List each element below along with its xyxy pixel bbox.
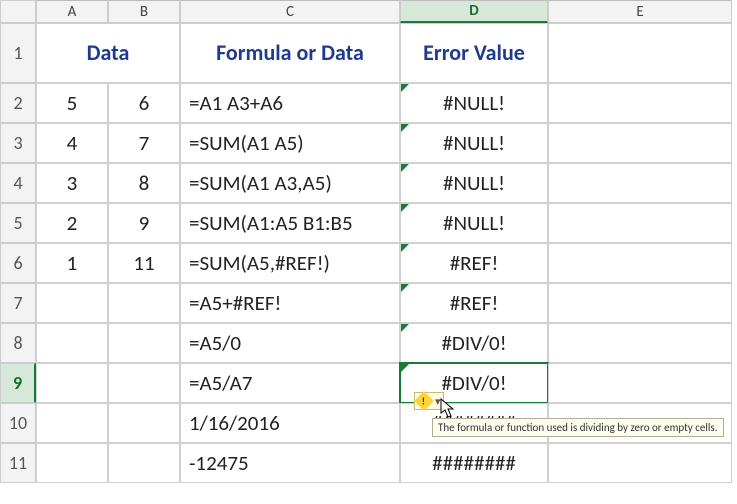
cell-a9[interactable]: [36, 363, 108, 403]
cell-a3[interactable]: 4: [36, 123, 108, 163]
select-all-corner[interactable]: [0, 0, 36, 23]
col-header-d[interactable]: D: [400, 0, 548, 23]
cell-e2[interactable]: [548, 83, 732, 123]
cell-c2[interactable]: =A1 A3+A6: [180, 83, 400, 123]
cell-d11[interactable]: ########: [400, 443, 548, 483]
error-indicator-icon: [401, 124, 409, 132]
cell-c4[interactable]: =SUM(A1 A3,A5): [180, 163, 400, 203]
cell-b5[interactable]: 9: [108, 203, 180, 243]
error-indicator-icon: [401, 364, 409, 372]
cell-b10[interactable]: [108, 403, 180, 443]
cell-c8[interactable]: =A5/0: [180, 323, 400, 363]
col-header-b[interactable]: B: [108, 0, 180, 23]
cell-b4[interactable]: 8: [108, 163, 180, 203]
cell-b9[interactable]: [108, 363, 180, 403]
cell-d7[interactable]: #REF!: [400, 283, 548, 323]
spreadsheet-grid: A B C D E 1 Data Formula or Data Error V…: [0, 0, 737, 483]
cell-d9-value: #DIV/0!: [441, 370, 506, 396]
row-header-10[interactable]: 10: [0, 403, 36, 443]
cell-d8[interactable]: #DIV/0!: [400, 323, 548, 363]
row-header-11[interactable]: 11: [0, 443, 36, 483]
col-header-a[interactable]: A: [36, 0, 108, 23]
header-data[interactable]: Data: [36, 23, 180, 83]
cell-d5-value: #NULL!: [443, 210, 505, 236]
cell-e3[interactable]: [548, 123, 732, 163]
cell-c6[interactable]: =SUM(A5,#REF!): [180, 243, 400, 283]
cell-e5[interactable]: [548, 203, 732, 243]
cell-b7[interactable]: [108, 283, 180, 323]
cell-c7[interactable]: =A5+#REF!: [180, 283, 400, 323]
error-indicator-icon: [401, 84, 409, 92]
cell-a7[interactable]: [36, 283, 108, 323]
cell-d2-value: #NULL!: [443, 90, 505, 116]
cell-a10[interactable]: [36, 403, 108, 443]
chevron-down-icon: ▾: [435, 395, 441, 408]
row-header-3[interactable]: 3: [0, 123, 36, 163]
cell-e8[interactable]: [548, 323, 732, 363]
col-header-c[interactable]: C: [180, 0, 400, 23]
row-header-8[interactable]: 8: [0, 323, 36, 363]
cell-d4[interactable]: #NULL!: [400, 163, 548, 203]
cell-d6-value: #REF!: [450, 250, 499, 276]
row-header-1[interactable]: 1: [0, 23, 36, 83]
col-header-e[interactable]: E: [548, 0, 732, 23]
cell-d3-value: #NULL!: [443, 130, 505, 156]
cell-c9[interactable]: =A5/A7: [180, 363, 400, 403]
cell-d5[interactable]: #NULL!: [400, 203, 548, 243]
cell-a8[interactable]: [36, 323, 108, 363]
warning-icon: !: [414, 391, 434, 411]
row-header-2[interactable]: 2: [0, 83, 36, 123]
cell-e11[interactable]: [548, 443, 732, 483]
cell-c11[interactable]: -12475: [180, 443, 400, 483]
header-error[interactable]: Error Value: [400, 23, 548, 83]
cell-d7-value: #REF!: [450, 290, 499, 316]
error-indicator-icon: [401, 284, 409, 292]
error-indicator-icon: [401, 244, 409, 252]
cell-a5[interactable]: 2: [36, 203, 108, 243]
cell-a4[interactable]: 3: [36, 163, 108, 203]
row-header-4[interactable]: 4: [0, 163, 36, 203]
error-indicator-icon: [401, 204, 409, 212]
row-header-5[interactable]: 5: [0, 203, 36, 243]
error-indicator-icon: [401, 324, 409, 332]
cell-d8-value: #DIV/0!: [441, 330, 506, 356]
cell-a11[interactable]: [36, 443, 108, 483]
header-formula[interactable]: Formula or Data: [180, 23, 400, 83]
cell-c5[interactable]: =SUM(A1:A5 B1:B5: [180, 203, 400, 243]
cell-e7[interactable]: [548, 283, 732, 323]
cell-d2[interactable]: #NULL!: [400, 83, 548, 123]
cell-d3[interactable]: #NULL!: [400, 123, 548, 163]
cell-e1[interactable]: [548, 23, 732, 83]
cell-b11[interactable]: [108, 443, 180, 483]
error-tooltip: The formula or function used is dividing…: [432, 418, 724, 437]
cell-b2[interactable]: 6: [108, 83, 180, 123]
cell-e6[interactable]: [548, 243, 732, 283]
cell-c10[interactable]: 1/16/2016: [180, 403, 400, 443]
cell-d4-value: #NULL!: [443, 170, 505, 196]
row-header-7[interactable]: 7: [0, 283, 36, 323]
error-indicator-icon: [401, 164, 409, 172]
cell-a2[interactable]: 5: [36, 83, 108, 123]
warning-glyph: !: [422, 394, 425, 407]
cell-c3[interactable]: =SUM(A1 A5): [180, 123, 400, 163]
cell-e9[interactable]: [548, 363, 732, 403]
cell-b6[interactable]: 11: [108, 243, 180, 283]
cell-a6[interactable]: 1: [36, 243, 108, 283]
cell-e4[interactable]: [548, 163, 732, 203]
row-header-6[interactable]: 6: [0, 243, 36, 283]
cell-b8[interactable]: [108, 323, 180, 363]
error-smart-tag[interactable]: ! ▾: [414, 392, 444, 410]
cell-d6[interactable]: #REF!: [400, 243, 548, 283]
cell-b3[interactable]: 7: [108, 123, 180, 163]
row-header-9[interactable]: 9: [0, 363, 36, 403]
